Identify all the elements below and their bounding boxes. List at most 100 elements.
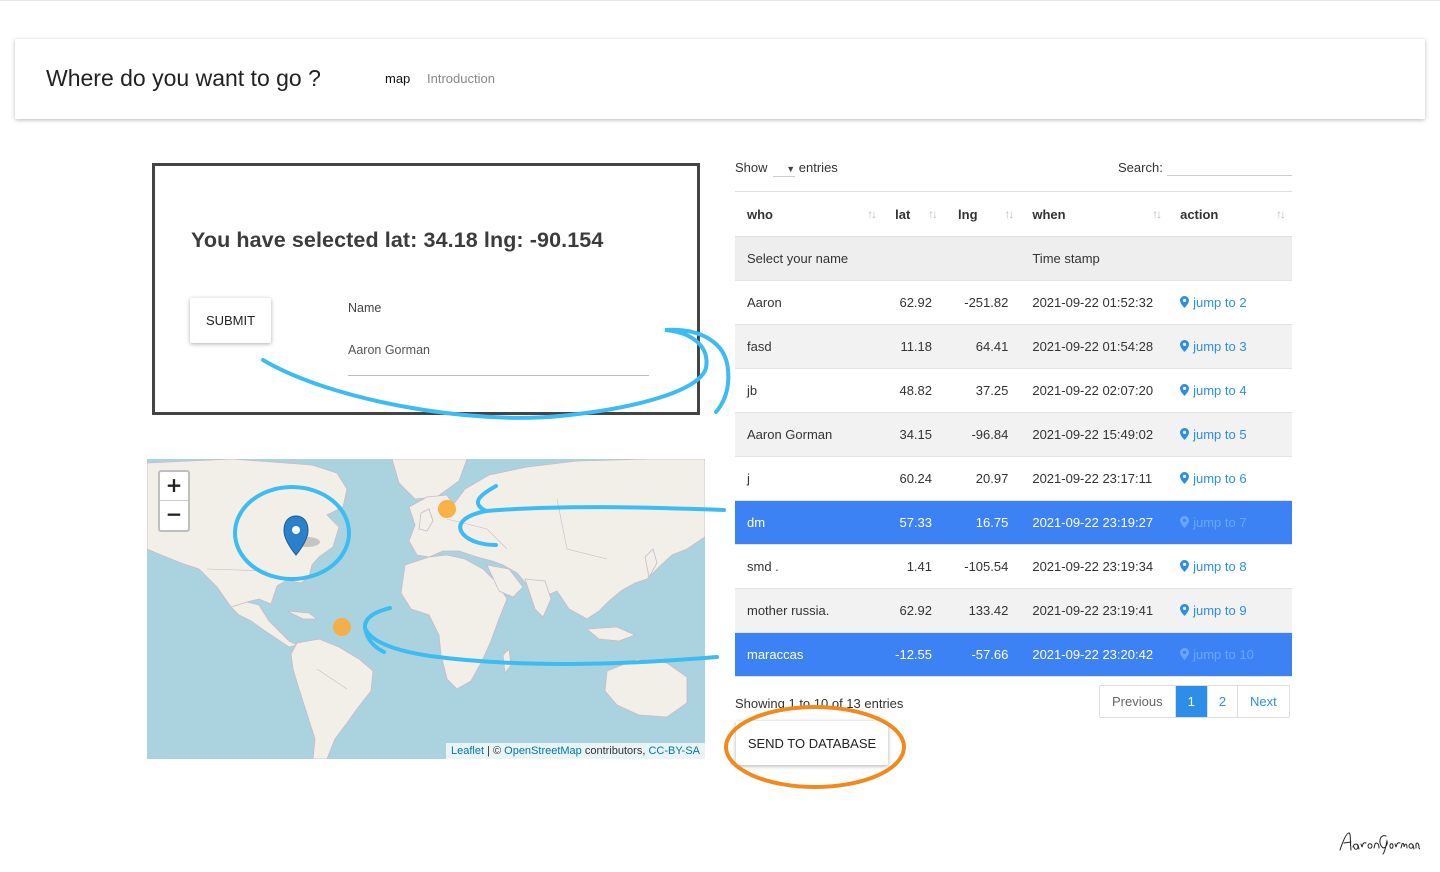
jump-to-link[interactable]: jump to 5 — [1180, 427, 1247, 442]
entries-length-control: Show ▼ entries — [735, 160, 838, 177]
jump-to-link[interactable]: jump to 3 — [1180, 339, 1247, 354]
jump-to-label: jump to 9 — [1193, 603, 1247, 618]
column-header-lng[interactable]: lng ↑↓ — [944, 191, 1021, 237]
jump-to-link[interactable]: jump to 4 — [1180, 383, 1247, 398]
name-input[interactable] — [348, 338, 649, 376]
cell-lat: 62.92 — [883, 280, 945, 325]
search-label: Search: — [1118, 160, 1163, 175]
cell-who: fasd — [735, 324, 884, 369]
column-header-who[interactable]: who ↑↓ — [735, 191, 884, 237]
when-filter[interactable]: Time stamp — [1020, 236, 1169, 281]
cell-lng: -57.66 — [944, 632, 1021, 677]
jump-to-link[interactable]: jump to 7 — [1180, 515, 1247, 530]
filter-row: Select your name Time stamp — [735, 236, 1292, 281]
cell-action: jump to 4 — [1168, 368, 1292, 413]
cell-action: jump to 7 — [1168, 500, 1292, 545]
cell-who: Aaron Gorman — [735, 412, 884, 457]
leaflet-link[interactable]: Leaflet — [451, 745, 484, 757]
cell-when: 2021-09-22 23:20:42 — [1020, 632, 1169, 677]
jump-to-link[interactable]: jump to 2 — [1180, 295, 1247, 310]
cell-when: 2021-09-22 15:49:02 — [1020, 412, 1169, 457]
search-input[interactable] — [1167, 158, 1292, 176]
column-header-when[interactable]: when ↑↓ — [1020, 191, 1169, 237]
who-filter[interactable]: Select your name — [735, 236, 884, 281]
zoom-in-button[interactable]: + — [160, 472, 188, 501]
cell-who: maraccas — [735, 632, 884, 677]
cell-who: mother russia. — [735, 588, 884, 633]
map-pin-icon — [1180, 603, 1193, 618]
table-row[interactable]: mother russia. 62.92 133.42 2021-09-22 23:1… — [735, 588, 1292, 633]
table-row[interactable]: maraccas -12.55 -57.66 2021-09-22 23:20:42 j… — [735, 632, 1292, 677]
cell-action: jump to 9 — [1168, 588, 1292, 633]
cell-who: jb — [735, 368, 884, 413]
table-row[interactable]: j 60.24 20.97 2021-09-22 23:17:11 jump to 6 — [735, 456, 1292, 501]
zoom-control: + − — [158, 470, 190, 532]
jump-to-label: jump to 10 — [1193, 647, 1254, 662]
cell-action: jump to 2 — [1168, 280, 1292, 325]
jump-to-link[interactable]: jump to 10 — [1180, 647, 1254, 662]
map-pin-icon — [1180, 647, 1193, 662]
table-row[interactable]: Aaron Gorman 34.15 -96.84 2021-09-22 15:49:… — [735, 412, 1292, 457]
map-pin-icon — [1180, 383, 1193, 398]
world-map[interactable]: + − Leaflet | © OpenStreetMap contributo… — [147, 459, 705, 759]
table-header-row: who ↑↓ lat ↑↓ lng ↑↓ when ↑↓ action ↑↓ — [735, 191, 1292, 237]
cell-lat: 11.18 — [883, 324, 945, 369]
page-button-1[interactable]: 1 — [1175, 686, 1208, 717]
top-divider — [0, 0, 1440, 1]
cell-lng: -251.82 — [944, 280, 1021, 325]
cell-lng: -105.54 — [944, 544, 1021, 589]
cell-lat: 62.92 — [883, 588, 945, 633]
table-row[interactable]: dm 57.33 16.75 2021-09-22 23:19:27 jump to 7 — [735, 500, 1292, 545]
sort-arrows-icon: ↑↓ — [1152, 207, 1162, 221]
next-page-button[interactable]: Next — [1238, 686, 1289, 717]
nav-link-introduction[interactable]: Introduction — [427, 71, 495, 86]
map-attribution: Leaflet | © OpenStreetMap contributors, … — [445, 743, 705, 759]
cell-lng: 16.75 — [944, 500, 1021, 545]
jump-to-label: jump to 2 — [1193, 295, 1247, 310]
cell-action: jump to 6 — [1168, 456, 1292, 501]
selected-coordinates-text: You have selected lat: 34.18 lng: -90.15… — [191, 228, 604, 252]
send-to-database-button[interactable]: SEND TO DATABASE — [736, 721, 888, 765]
cell-when: 2021-09-22 23:19:27 — [1020, 500, 1169, 545]
previous-page-button[interactable]: Previous — [1100, 686, 1176, 717]
table-row[interactable]: fasd 11.18 64.41 2021-09-22 01:54:28 jump to… — [735, 324, 1292, 369]
length-suffix: entries — [798, 160, 838, 175]
license-link[interactable]: CC-BY-SA — [648, 745, 700, 757]
cell-action: jump to 5 — [1168, 412, 1292, 457]
pagination: Previous 1 2 Next — [1099, 685, 1290, 718]
column-header-lat[interactable]: lat ↑↓ — [883, 191, 945, 237]
sort-arrows-icon: ↑↓ — [867, 207, 877, 221]
jump-to-link[interactable]: jump to 9 — [1180, 603, 1247, 618]
cell-lat: 48.82 — [883, 368, 945, 413]
table-row[interactable]: Aaron 62.92 -251.82 2021-09-22 01:52:32 jump… — [735, 280, 1292, 325]
table-row[interactable]: smd . 1.41 -105.54 2021-09-22 23:19:34 jump … — [735, 544, 1292, 589]
entries-table: who ↑↓ lat ↑↓ lng ↑↓ when ↑↓ action ↑↓ Select… — [735, 191, 1292, 677]
cell-who: Aaron — [735, 280, 884, 325]
signature — [1339, 832, 1420, 855]
jump-to-link[interactable]: jump to 8 — [1180, 559, 1247, 574]
cell-who: dm — [735, 500, 884, 545]
nav-link-map[interactable]: map — [385, 71, 410, 86]
jump-to-link[interactable]: jump to 6 — [1180, 471, 1247, 486]
table-row[interactable]: jb 48.82 37.25 2021-09-22 02:07:20 jump to 4 — [735, 368, 1292, 413]
cell-lng: 20.97 — [944, 456, 1021, 501]
page-button-2[interactable]: 2 — [1208, 686, 1239, 717]
cell-lat: -12.55 — [883, 632, 945, 677]
length-prefix: Show — [735, 160, 768, 175]
cell-lat: 57.33 — [883, 500, 945, 545]
cell-who: j — [735, 456, 884, 501]
cell-when: 2021-09-22 23:19:41 — [1020, 588, 1169, 633]
cell-lng: 37.25 — [944, 368, 1021, 413]
zoom-out-button[interactable]: − — [160, 501, 188, 530]
osm-link[interactable]: OpenStreetMap — [504, 745, 582, 757]
map-pin-icon — [1180, 559, 1193, 574]
map-pin-icon — [1180, 515, 1193, 530]
cell-who: smd . — [735, 544, 884, 589]
length-select[interactable]: ▼ — [773, 161, 796, 177]
circle-marker — [438, 500, 456, 518]
map-pin-icon — [1180, 295, 1193, 310]
cell-lat: 34.15 — [883, 412, 945, 457]
cell-lng: -96.84 — [944, 412, 1021, 457]
submit-button[interactable]: SUBMIT — [190, 298, 271, 343]
column-header-action[interactable]: action ↑↓ — [1168, 191, 1292, 237]
